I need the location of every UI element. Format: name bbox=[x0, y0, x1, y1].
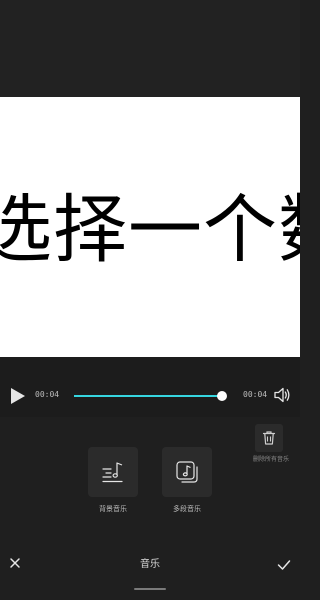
player-bar: 00:04 00:04 bbox=[0, 357, 300, 417]
current-time: 00:04 bbox=[35, 390, 60, 399]
preview-overlay-text: 选择一个数 bbox=[0, 187, 300, 273]
delete-all-music-button[interactable] bbox=[255, 424, 283, 452]
confirm-button[interactable] bbox=[277, 556, 291, 570]
check-icon bbox=[277, 560, 291, 570]
video-preview: 选择一个数 bbox=[0, 97, 300, 357]
background-music-label: 背景音乐 bbox=[99, 505, 127, 513]
multi-segment-music-icon bbox=[176, 461, 198, 483]
total-time: 00:04 bbox=[243, 390, 268, 399]
delete-all-music-label: 删除所有音乐 bbox=[252, 456, 289, 463]
bottom-bar: 音乐 bbox=[0, 545, 300, 600]
background-music-button[interactable]: 背景音乐 bbox=[88, 447, 138, 514]
background-music-tile bbox=[88, 447, 138, 497]
multi-segment-music-button[interactable]: 多段音乐 bbox=[162, 447, 212, 514]
music-editor-screen: 选择一个数 00:04 00:04 bbox=[0, 0, 300, 600]
progress-fill bbox=[74, 395, 222, 397]
home-indicator bbox=[134, 588, 166, 590]
multi-segment-music-tile bbox=[162, 447, 212, 497]
page-title: 音乐 bbox=[140, 559, 160, 570]
top-area bbox=[0, 0, 300, 97]
play-button[interactable] bbox=[9, 386, 27, 406]
music-tools: 删除所有音乐 背景音乐 多段音乐 bbox=[0, 417, 300, 545]
progress-track[interactable] bbox=[74, 395, 222, 397]
trash-icon bbox=[262, 431, 276, 445]
volume-button[interactable] bbox=[273, 386, 291, 404]
play-icon bbox=[11, 388, 25, 404]
volume-icon bbox=[274, 387, 290, 403]
multi-segment-music-label: 多段音乐 bbox=[173, 505, 201, 513]
background-music-icon bbox=[102, 462, 123, 483]
progress-thumb[interactable] bbox=[217, 391, 227, 401]
